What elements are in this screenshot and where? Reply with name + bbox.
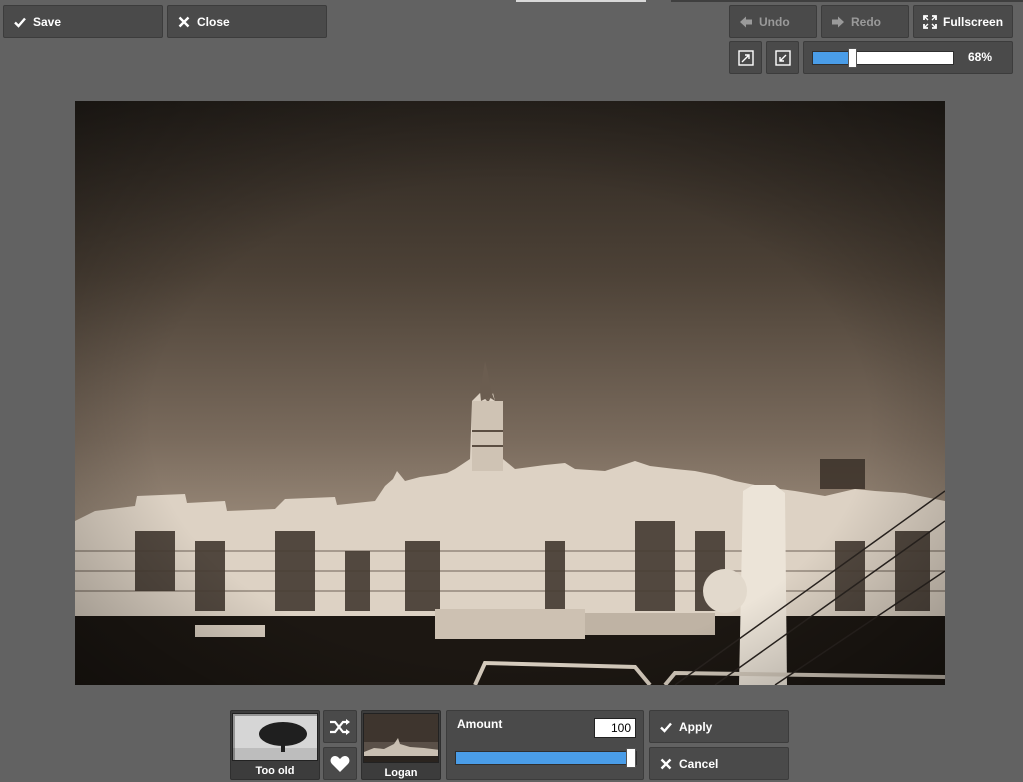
- close-button[interactable]: Close: [167, 5, 327, 38]
- zoom-fit-button[interactable]: [729, 41, 762, 74]
- amount-slider-fill: [456, 752, 636, 764]
- expand-icon: [923, 14, 937, 29]
- redo-label: Redo: [851, 14, 881, 29]
- zoom-value: 68%: [968, 50, 993, 64]
- cancel-label: Cancel: [679, 756, 719, 771]
- fullscreen-button[interactable]: Fullscreen: [913, 5, 1013, 38]
- x-icon: [660, 758, 672, 769]
- zoom-actual-icon: [774, 49, 791, 66]
- favorite-button[interactable]: [323, 747, 357, 780]
- apply-button[interactable]: Apply: [649, 710, 789, 743]
- zoom-fit-icon: [737, 49, 754, 66]
- tab-indicator-active: [516, 0, 646, 2]
- shuffle-button[interactable]: [323, 710, 357, 743]
- effect-preset-next[interactable]: Logan: [361, 710, 441, 780]
- save-button[interactable]: Save: [3, 5, 163, 38]
- effect-preset-label: Too old: [255, 765, 295, 777]
- check-icon: [14, 17, 26, 28]
- photo-canvas[interactable]: [75, 101, 945, 685]
- arrow-right-icon: [832, 16, 844, 27]
- redo-button[interactable]: Redo: [821, 5, 909, 38]
- save-label: Save: [33, 14, 62, 29]
- effect-preset-thumbnail: [363, 713, 439, 763]
- effect-preset-thumbnail: [232, 713, 318, 761]
- effect-preset-label: Logan: [384, 767, 418, 779]
- undo-button[interactable]: Undo: [729, 5, 817, 38]
- amount-control: Amount 100: [446, 710, 644, 780]
- fullscreen-label: Fullscreen: [943, 14, 1004, 29]
- heart-icon: [330, 755, 350, 772]
- amount-input[interactable]: 100: [594, 718, 636, 738]
- amount-slider[interactable]: [455, 748, 637, 768]
- apply-label: Apply: [679, 719, 713, 734]
- zoom-slider-fill: [813, 52, 852, 64]
- amount-label: Amount: [457, 717, 503, 731]
- cityscape-thumbnail: [364, 714, 438, 762]
- undo-label: Undo: [759, 14, 790, 29]
- shuffle-icon: [330, 718, 350, 735]
- zoom-slider-handle[interactable]: [847, 48, 857, 68]
- arrow-left-icon: [740, 16, 752, 27]
- close-label: Close: [197, 14, 230, 29]
- zoom-actual-button[interactable]: [766, 41, 799, 74]
- effect-preset-current[interactable]: Too old: [230, 710, 320, 780]
- cityscape-photo: [75, 101, 945, 685]
- zoom-control: 68%: [803, 41, 1013, 74]
- tab-indicator: [671, 0, 1023, 2]
- cancel-button[interactable]: Cancel: [649, 747, 789, 780]
- check-icon: [660, 722, 672, 733]
- zoom-slider[interactable]: [812, 48, 954, 68]
- amount-slider-handle[interactable]: [626, 748, 636, 768]
- tree-thumbnail: [233, 714, 317, 760]
- x-icon: [178, 16, 190, 27]
